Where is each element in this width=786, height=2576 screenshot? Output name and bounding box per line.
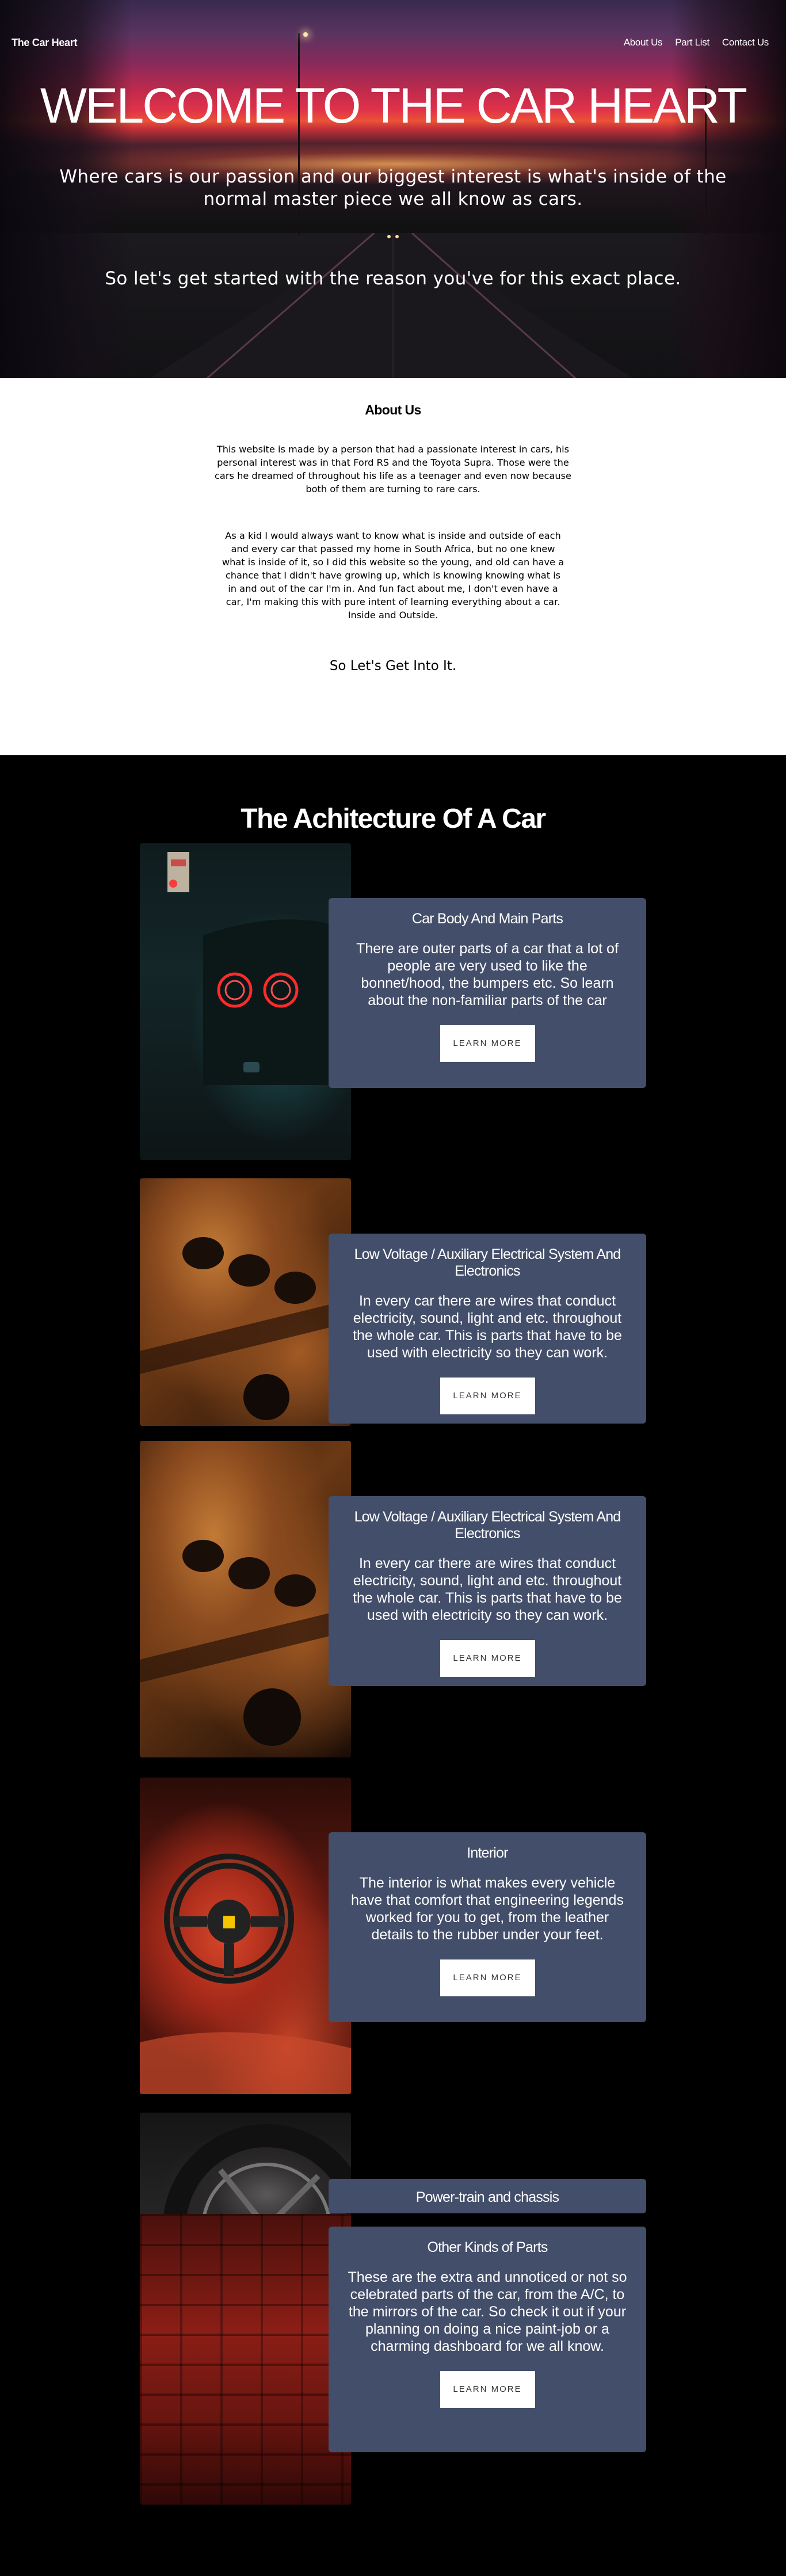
card-title: Power-train and chassis [415,2189,559,2205]
nav-link-part-list[interactable]: Part List [675,37,709,48]
card-text: In every car there are wires that conduc… [353,1555,622,1623]
red-leather-seat-photo [140,2214,351,2505]
card-title: Interior [467,1845,508,1861]
learn-more-button[interactable]: LEARN MORE [440,1959,535,1996]
main-nav: About Us Part List Contact Us [624,37,769,48]
card-interior: Interior The interior is what makes ever… [329,1832,646,2022]
hero-tagline: So let's get started with the reason you… [105,268,681,289]
architecture-title: The Achitecture Of A Car [241,804,546,834]
card-electrical-system: Low Voltage / Auxiliary Electrical Syste… [329,1234,646,1424]
street-lamp [303,32,308,37]
hero-subtitle: Where cars is our passion and our bigges… [59,166,727,210]
car-headlights-photo [140,843,351,1160]
learn-more-button[interactable]: LEARN MORE [440,1025,535,1062]
learn-more-button[interactable]: LEARN MORE [440,1378,535,1414]
card-electrical-system: Low Voltage / Auxiliary Electrical Syste… [329,1496,646,1686]
card-title: Other Kinds of Parts [427,2239,548,2255]
learn-more-button[interactable]: LEARN MORE [440,2371,535,2408]
about-paragraph-2: As a kid I would always want to know wha… [222,530,564,621]
card-other-parts: Other Kinds of Parts These are the extra… [329,2227,646,2452]
engine-parts-photo [140,1178,351,1426]
hero-section: The Car Heart About Us Part List Contact… [0,0,786,378]
about-heading: About Us [365,402,421,417]
hero-title: WELCOME TO THE CAR HEART [40,78,747,134]
engine-parts-photo [140,1441,351,1757]
card-title: Car Body And Main Parts [411,911,563,927]
card-title: Low Voltage / Auxiliary Electrical Syste… [354,1246,621,1279]
wheel-photo [140,2113,351,2222]
card-text: These are the extra and unnoticed or not… [348,2269,627,2354]
card-car-body: Car Body And Main Parts There are outer … [329,898,646,1088]
card-title: Low Voltage / Auxiliary Electrical Syste… [354,1509,621,1542]
card-text: There are outer parts of a car that a lo… [356,941,619,1009]
learn-more-button[interactable]: LEARN MORE [440,1640,535,1677]
card-text: The interior is what makes every vehicle… [351,1875,624,1943]
about-closing: So Let's Get Into It. [329,659,457,674]
steering-wheel-photo [140,1778,351,2094]
nav-link-contact-us[interactable]: Contact Us [722,37,769,48]
card-power-train: Power-train and chassis [329,2179,646,2213]
about-paragraph-1: This website is made by a person that ha… [215,444,571,494]
about-section: About Us This website is made by a perso… [0,378,786,755]
nav-link-about-us[interactable]: About Us [624,37,663,48]
brand-logo[interactable]: The Car Heart [12,37,77,49]
card-text: In every car there are wires that conduc… [353,1293,622,1361]
